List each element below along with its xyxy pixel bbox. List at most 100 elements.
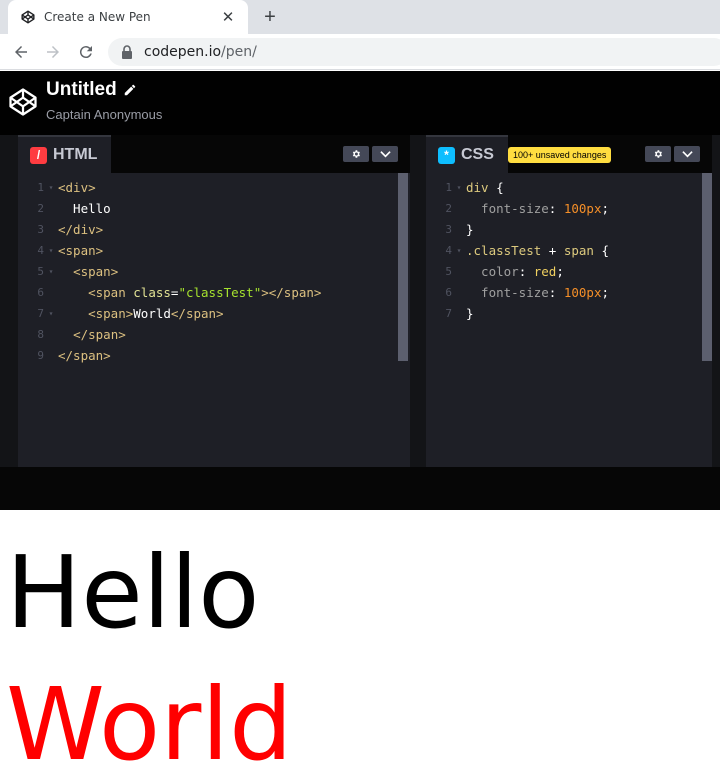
code-line[interactable]: 5 ▾ <span> <box>18 261 410 282</box>
browser-tab-bar: Create a New Pen ✕ + <box>0 0 720 34</box>
code-token: <div> <box>58 180 96 195</box>
line-number: 3 <box>37 223 44 236</box>
code-token: } <box>466 306 474 321</box>
line-number: 5 <box>445 265 452 278</box>
css-collapse-button[interactable] <box>674 146 700 162</box>
line-number: 7 <box>37 307 44 320</box>
line-number: 2 <box>445 202 452 215</box>
reload-icon[interactable] <box>75 41 97 63</box>
code-token: : <box>548 285 564 300</box>
editor-bottom-bar <box>0 467 720 510</box>
fold-arrow-icon[interactable]: ▾ <box>44 183 58 192</box>
code-line[interactable]: 3 </div> <box>18 219 410 240</box>
code-token: div <box>466 180 497 195</box>
css-language-icon: * <box>438 146 455 164</box>
tab-css[interactable]: * CSS <box>426 135 508 173</box>
close-tab-icon[interactable]: ✕ <box>218 7 238 27</box>
code-token: Hello <box>58 201 111 216</box>
code-token: </span> <box>170 306 224 321</box>
line-number: 8 <box>37 328 44 341</box>
code-token: </div> <box>58 222 104 237</box>
code-line[interactable]: 2 Hello <box>18 198 410 219</box>
editor-gutter-right <box>712 135 720 467</box>
code-line[interactable]: 4 ▾ <span> <box>18 240 410 261</box>
css-scrollbar[interactable] <box>702 173 712 361</box>
css-settings-button[interactable] <box>645 146 671 162</box>
fold-arrow-icon[interactable]: ▾ <box>452 246 466 255</box>
code-token: </span> <box>58 348 111 363</box>
code-line[interactable]: 9 </span> <box>18 345 410 366</box>
code-line[interactable]: 7} <box>426 303 712 324</box>
code-line[interactable]: 6 font-size: 100px; <box>426 282 712 303</box>
css-code-area[interactable]: 1 ▾ div {2 font-size: 100px; 3} 4 ▾ .classTest… <box>426 173 712 467</box>
code-token: { <box>601 243 610 258</box>
line-number: 7 <box>445 307 452 320</box>
css-editor: * CSS 100+ unsaved changes 1 ▾ div {2 font… <box>426 135 712 467</box>
code-token: color <box>466 264 519 279</box>
pen-owner[interactable]: Captain Anonymous <box>46 107 162 122</box>
code-token: <span> <box>73 264 119 279</box>
address-bar[interactable]: codepen.io/pen/ <box>108 38 720 66</box>
result-preview: Hello World <box>0 510 720 776</box>
browser-tab[interactable]: Create a New Pen ✕ <box>8 0 248 34</box>
lock-icon <box>120 45 134 59</box>
code-line[interactable]: 8 </span> <box>18 324 410 345</box>
code-token: <span <box>88 285 134 300</box>
chevron-down-icon <box>681 151 693 158</box>
line-number: 6 <box>445 286 452 299</box>
code-token: = <box>170 285 179 300</box>
gear-icon <box>654 150 662 158</box>
line-number: 9 <box>37 349 44 362</box>
code-line[interactable]: 6 <span class = "classTest" ></span> <box>18 282 410 303</box>
html-editor: / HTML 1 ▾ <div> 2 Hello 3 </div> 4 ▾ <span> 5 ▾ <… <box>18 135 410 467</box>
code-token: font-size <box>466 201 549 216</box>
code-token: : <box>548 201 564 216</box>
code-token: <span> <box>88 306 134 321</box>
back-icon[interactable] <box>10 41 32 63</box>
code-line[interactable]: 3} <box>426 219 712 240</box>
line-number: 4 <box>445 244 452 257</box>
code-token: ; <box>601 285 610 300</box>
forward-icon[interactable] <box>42 41 64 63</box>
code-line[interactable]: 1 ▾ div { <box>426 177 712 198</box>
css-tab-label: CSS <box>461 146 494 163</box>
code-line[interactable]: 1 ▾ <div> <box>18 177 410 198</box>
gear-icon <box>352 150 360 158</box>
html-collapse-button[interactable] <box>372 146 398 162</box>
code-line[interactable]: 4 ▾ .classTest + span { <box>426 240 712 261</box>
browser-toolbar: codepen.io/pen/ <box>0 34 720 70</box>
line-number: 3 <box>445 223 452 236</box>
html-settings-button[interactable] <box>343 146 369 162</box>
codepen-header: Untitled Captain Anonymous <box>0 71 720 135</box>
line-number: 4 <box>37 244 44 257</box>
preview-hello-text: Hello <box>6 534 260 651</box>
code-token: + <box>548 243 564 258</box>
code-line[interactable]: 7 ▾ <span> World </span> <box>18 303 410 324</box>
html-code-area[interactable]: 1 ▾ <div> 2 Hello 3 </div> 4 ▾ <span> 5 ▾ <span> 6 … <box>18 173 410 467</box>
fold-arrow-icon[interactable]: ▾ <box>44 309 58 318</box>
pen-title[interactable]: Untitled <box>46 79 137 101</box>
code-token: <span> <box>58 243 104 258</box>
fold-arrow-icon[interactable]: ▾ <box>452 183 466 192</box>
tab-title: Create a New Pen <box>44 10 151 24</box>
code-token: : <box>518 264 534 279</box>
html-editor-header: / HTML <box>18 135 410 173</box>
fold-arrow-icon[interactable]: ▾ <box>44 246 58 255</box>
tab-html[interactable]: / HTML <box>18 135 112 173</box>
chevron-down-icon <box>379 151 391 158</box>
code-line[interactable]: 5 color: red; <box>426 261 712 282</box>
code-token: "classTest" <box>178 285 262 300</box>
line-number: 2 <box>37 202 44 215</box>
editor-resizer[interactable] <box>410 135 426 467</box>
unsaved-changes-badge: 100+ unsaved changes <box>508 147 612 163</box>
html-scrollbar[interactable] <box>398 173 408 361</box>
code-token: { <box>496 180 504 195</box>
fold-arrow-icon[interactable]: ▾ <box>44 267 58 276</box>
codepen-logo-icon[interactable] <box>8 87 38 117</box>
new-tab-icon[interactable]: + <box>258 6 282 28</box>
code-line[interactable]: 2 font-size: 100px; <box>426 198 712 219</box>
pencil-icon[interactable] <box>123 83 137 97</box>
